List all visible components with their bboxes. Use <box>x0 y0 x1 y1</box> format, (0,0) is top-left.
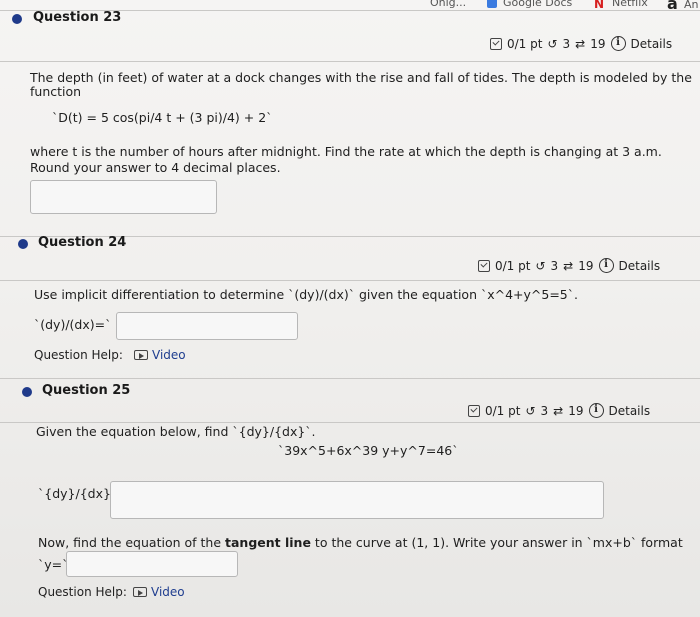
question-24-answer-label: `(dy)/(dx)=` <box>34 317 112 332</box>
video-icon <box>133 587 147 597</box>
retry-icon: ↺ <box>535 258 546 273</box>
bookmark-truncated[interactable]: Onig... <box>430 0 466 9</box>
question-23-formula: `D(t) = 5 cos(pi/4 t + (3 pi)/4) + 2` <box>52 110 273 125</box>
question-25-details-link[interactable]: Details <box>609 404 651 418</box>
question-24-tries: 3 <box>550 258 559 273</box>
question-24-video-link[interactable]: Video <box>134 348 186 362</box>
question-25-video-label[interactable]: Video <box>151 585 185 599</box>
question-24-score: 0/1 pt <box>495 258 531 273</box>
homework-page: Onig... Google Docs N Netflix a An Quest… <box>0 0 700 617</box>
attempts-icon: ⇄ <box>553 403 564 418</box>
question-bullet-icon <box>22 387 32 397</box>
info-icon[interactable]: i <box>610 36 626 51</box>
question-25-retries: 19 <box>568 403 584 418</box>
question-23-score: 0/1 pt <box>507 36 543 51</box>
question-25-tangent-instruction: Now, find the equation of the tangent li… <box>38 535 683 550</box>
question-24-details-link[interactable]: Details <box>619 259 661 273</box>
tangent-text-pre: Now, find the equation of the <box>38 535 222 550</box>
question-25-header-divider <box>0 422 700 423</box>
edit-icon <box>490 37 502 50</box>
attempts-icon: ⇄ <box>563 258 574 273</box>
question-25-dydx-input[interactable] <box>110 481 604 519</box>
info-icon[interactable]: i <box>588 403 604 418</box>
edit-icon <box>478 259 490 272</box>
question-24-meta: 0/1 pt ↺ 3 ⇄ 19 i Details <box>478 258 660 273</box>
attempts-icon: ⇄ <box>575 36 586 51</box>
retry-icon: ↺ <box>547 36 558 51</box>
question-23-text-line2: function <box>30 84 82 99</box>
question-23-title: Question 23 <box>33 10 122 25</box>
question-23-answer-input[interactable] <box>30 180 217 214</box>
edit-icon <box>468 404 480 417</box>
question-24-retries: 19 <box>578 258 594 273</box>
question-bullet-icon <box>12 14 22 24</box>
question-25-help-label: Question Help: <box>38 585 127 599</box>
question-bullet-icon <box>18 239 28 249</box>
question-25-score: 0/1 pt <box>485 403 521 418</box>
amazon-icon[interactable]: a <box>667 0 678 13</box>
question-23-details-link[interactable]: Details <box>631 37 673 51</box>
question-25-answer2-label: `y=` <box>38 557 69 572</box>
question-23-text-line1: The depth (in feet) of water at a dock c… <box>30 70 692 85</box>
question-24-video-label[interactable]: Video <box>152 348 186 362</box>
question-23-text-line3: where t is the number of hours after mid… <box>30 144 662 159</box>
question-25-meta: 0/1 pt ↺ 3 ⇄ 19 i Details <box>468 403 650 418</box>
info-icon[interactable]: i <box>598 258 614 273</box>
question-24-bottom-divider <box>0 378 700 379</box>
question-25-tangent-input[interactable] <box>66 551 238 577</box>
tangent-text-bold: tangent line <box>225 535 311 550</box>
question-24-title: Question 24 <box>38 235 127 250</box>
google-docs-icon <box>487 0 497 8</box>
tangent-text-post: to the curve at (1, 1). Write your answe… <box>314 535 683 550</box>
retry-icon: ↺ <box>525 403 536 418</box>
question-24-prompt: Use implicit differentiation to determin… <box>34 287 578 302</box>
question-24-header-divider <box>0 280 700 281</box>
question-24-answer-input[interactable] <box>116 312 298 340</box>
question-23-retries: 19 <box>590 36 606 51</box>
video-icon <box>134 350 148 360</box>
bookmark-google-docs[interactable]: Google Docs <box>503 0 572 9</box>
question-23-text-line4: Round your answer to 4 decimal places. <box>30 160 281 175</box>
question-25-tries: 3 <box>540 403 549 418</box>
question-25-title: Question 25 <box>42 383 131 398</box>
bookmark-netflix[interactable]: Netflix <box>612 0 648 9</box>
question-25-video-link[interactable]: Video <box>133 585 185 599</box>
question-25-prompt: Given the equation below, find `{dy}/{dx… <box>36 424 316 439</box>
question-23-meta: 0/1 pt ↺ 3 ⇄ 19 i Details <box>490 36 672 51</box>
question-23-header-divider <box>0 61 700 62</box>
question-25-equation: `39x^5+6x^39 y+y^7=46` <box>278 443 459 458</box>
question-23-tries: 3 <box>562 36 571 51</box>
question-24-help-label: Question Help: <box>34 348 123 362</box>
